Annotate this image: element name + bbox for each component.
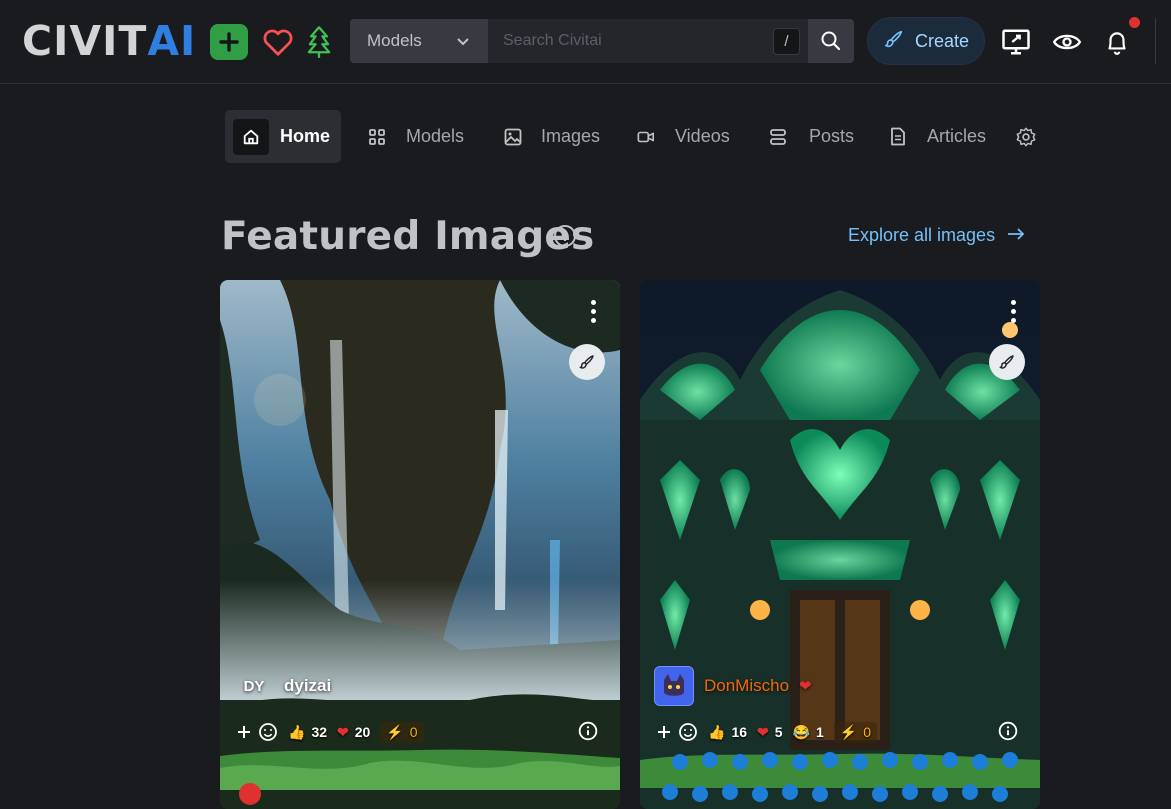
card-user[interactable]: DonMischo ❤ [654,666,812,706]
explore-label: Explore all images [848,225,996,245]
brush-icon [883,28,905,55]
tab-label: Articles [927,126,987,146]
tab-label: Images [541,126,601,146]
eye-icon[interactable] [1048,23,1086,61]
image-card[interactable]: DY dyizai 👍 32 ❤ 20 ⚡ 0 [220,280,620,809]
heart-reaction[interactable]: ❤ 5 [757,724,783,741]
tab-models[interactable]: Models [368,110,464,163]
notification-dot [1129,17,1140,28]
search-icon [821,31,841,51]
avatar: DY [243,677,265,695]
chevron-down-icon [456,33,470,53]
create-label: Create [914,30,970,51]
add-reaction-button[interactable] [656,722,698,742]
heart-icon: ❤ [337,723,349,740]
smile-icon [679,723,697,741]
tab-label: Posts [809,126,855,146]
monitor-icon[interactable] [997,23,1035,61]
image-card[interactable]: DonMischo ❤ 👍 16 ❤ 5 😂 1 ⚡ 0 [640,280,1040,809]
civitai-logo[interactable]: CIVIT AI [22,16,197,65]
video-icon [637,129,655,145]
thumbs-up-icon: 👍 [708,723,726,740]
explore-all-images-link[interactable]: Explore all images [848,225,1025,246]
garland-decoration [220,749,620,805]
laugh-icon: 😂 [792,723,810,740]
search-button[interactable] [808,19,854,63]
heart-reaction[interactable]: ❤ 20 [337,724,370,741]
search-category-value: Models [367,31,422,50]
buzz-tip[interactable]: ⚡ 0 [833,721,878,743]
logo-text-civit: CIVIT [22,16,148,65]
search-category-select[interactable]: Models [350,19,488,63]
heart-count: 20 [354,724,371,740]
laugh-reaction[interactable]: 😂 1 [793,724,824,741]
heart-badge-icon: ❤ [799,678,812,695]
tab-articles[interactable]: Articles [890,110,986,163]
grid-icon [368,128,386,146]
garland-decoration [640,752,1040,802]
create-button[interactable]: Create [867,17,985,65]
buzz-count: 0 [409,724,418,740]
tab-images[interactable]: Images [504,110,600,163]
home-icon [233,118,269,155]
thumbs-up-icon: 👍 [288,723,306,740]
gear-icon[interactable] [1015,110,1037,163]
more-options-icon[interactable] [1011,300,1016,323]
add-reaction-button[interactable] [236,722,278,742]
plus-icon[interactable] [210,24,248,60]
header-divider [1155,18,1156,64]
tab-label: Home [280,126,331,146]
heart-count: 5 [774,724,783,740]
remix-icon[interactable] [989,344,1025,380]
tree-icon[interactable] [300,23,338,61]
tab-label: Models [406,126,465,146]
heart-icon: ❤ [757,723,769,740]
info-icon[interactable] [553,224,577,253]
buzz-count: 0 [863,724,872,740]
plus-icon [238,726,250,738]
image-icon [504,128,522,146]
reaction-bar: 👍 32 ❤ 20 ⚡ 0 [236,720,424,744]
lightning-icon: ⚡ [839,723,858,740]
username: dyizai [284,676,332,695]
remix-icon[interactable] [569,344,605,380]
featured-images-title: Featured Images [221,214,595,259]
posts-icon [769,128,787,146]
search-input[interactable] [488,19,808,63]
logo-text-ai: AI [147,16,197,65]
laugh-count: 1 [815,724,824,740]
like-count: 32 [311,724,328,740]
tab-videos[interactable]: Videos [637,110,730,163]
tab-posts[interactable]: Posts [769,110,854,163]
arrow-right-icon [1007,225,1025,246]
reaction-bar: 👍 16 ❤ 5 😂 1 ⚡ 0 [656,720,878,744]
lightning-icon: ⚡ [386,723,404,740]
card-user[interactable]: DY dyizai [234,670,332,702]
heart-icon[interactable] [259,23,297,61]
like-reaction[interactable]: 👍 32 [288,724,327,741]
more-options-icon[interactable] [591,300,596,323]
smile-icon [259,723,277,741]
info-icon[interactable] [578,721,598,746]
tab-label: Videos [675,126,730,146]
info-icon[interactable] [998,721,1018,746]
username: DonMischo [704,676,790,695]
top-header: CIVITAI Models / Create [0,0,1171,84]
buzz-tip[interactable]: ⚡ 0 [380,721,424,743]
like-count: 16 [731,724,748,740]
plus-icon [658,726,670,738]
like-reaction[interactable]: 👍 16 [708,724,747,741]
avatar [654,666,694,706]
search-shortcut-key: / [773,28,800,55]
bell-icon[interactable] [1098,23,1136,61]
tab-home[interactable]: Home [225,110,341,163]
file-icon [890,127,906,146]
